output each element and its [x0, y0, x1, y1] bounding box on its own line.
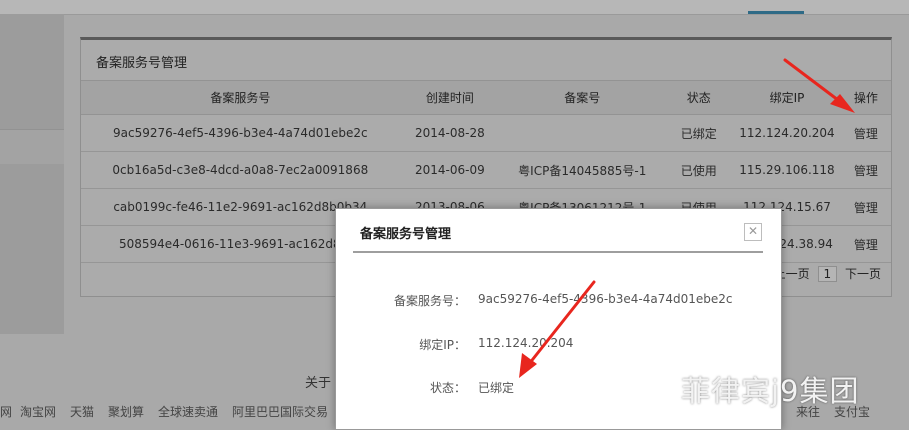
annotation-arrows [519, 58, 855, 378]
annotation-arrow-icon [519, 280, 596, 378]
watermark-text: 菲律宾j9集团 [681, 374, 860, 408]
annotation-arrow-icon [783, 58, 855, 113]
